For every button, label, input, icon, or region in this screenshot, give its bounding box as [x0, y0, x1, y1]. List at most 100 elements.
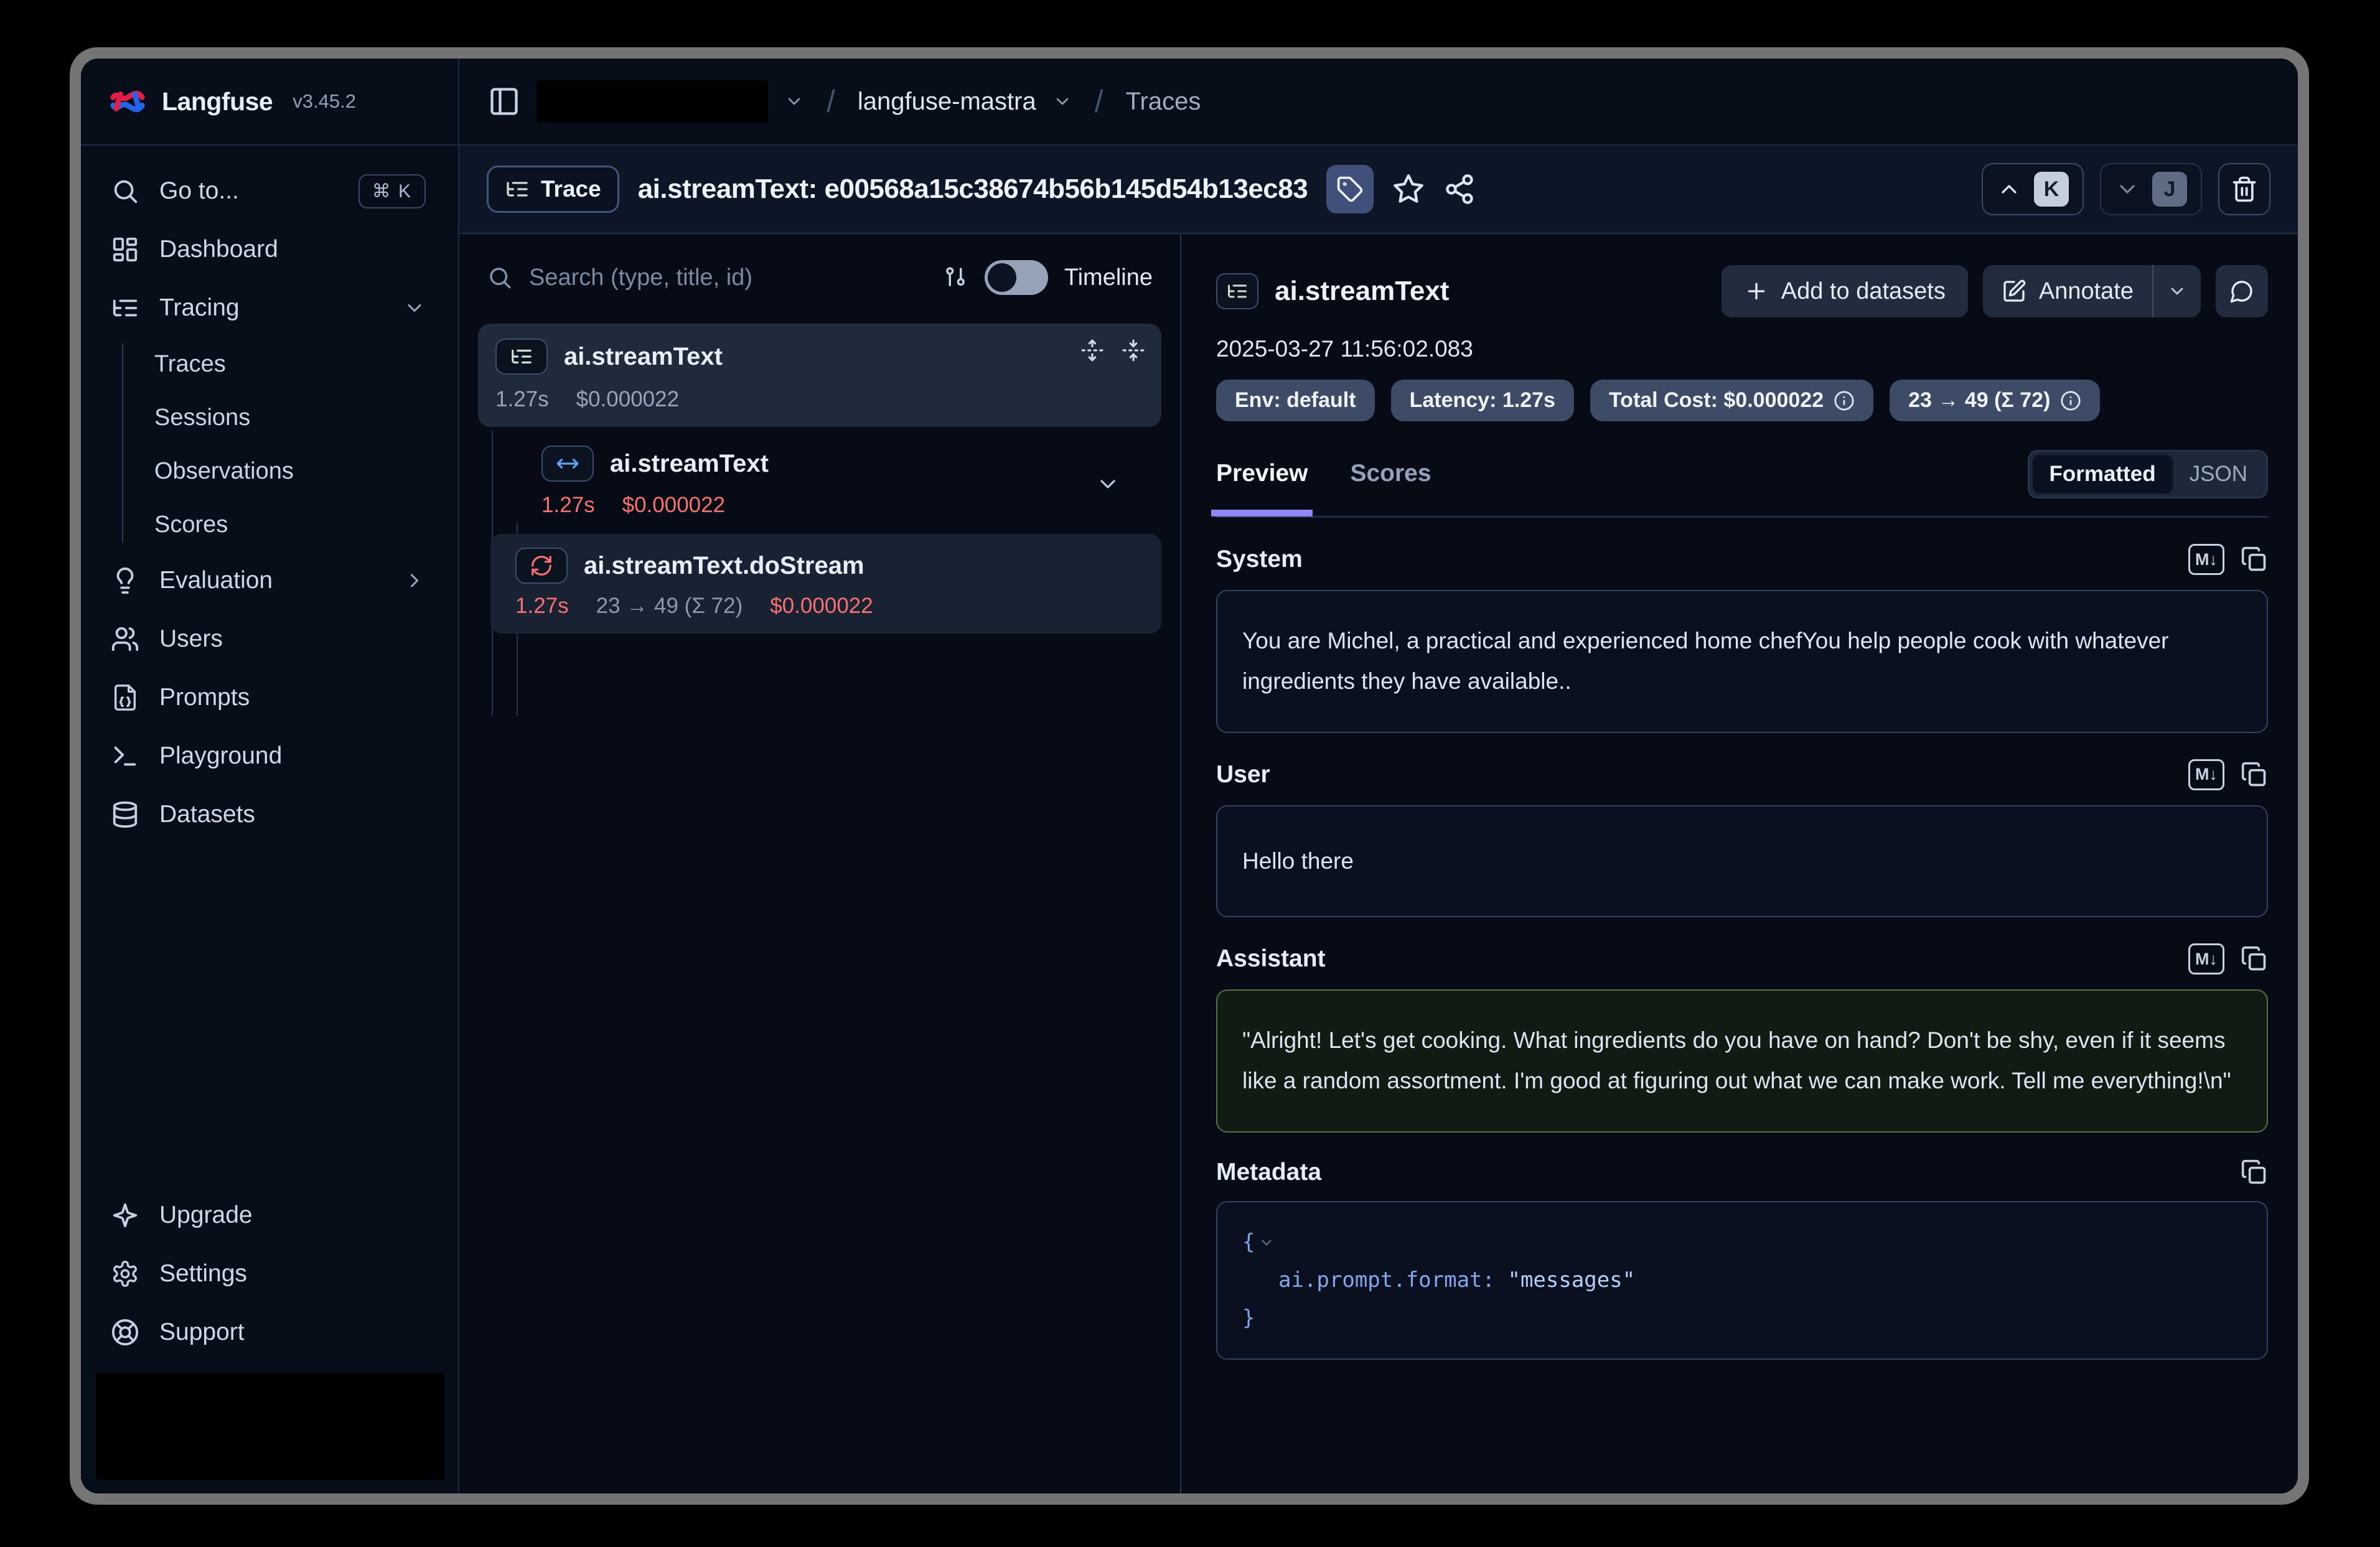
- user-message-box: Hello there: [1216, 805, 2268, 918]
- sliders-icon[interactable]: [942, 264, 968, 291]
- annotate-button[interactable]: Annotate: [1983, 265, 2201, 317]
- observation-detail-panel: ai.streamText Add to datasets Annotate: [1181, 234, 2298, 1493]
- detail-header: ai.streamText Add to datasets Annotate: [1216, 265, 2268, 317]
- markdown-toggle-icon[interactable]: M↓: [2188, 544, 2224, 575]
- info-icon[interactable]: [2060, 390, 2081, 411]
- system-section: System M↓ You are Michel, a practical an…: [1216, 544, 2268, 733]
- timeline-toggle[interactable]: [985, 260, 1048, 295]
- tab-scores[interactable]: Scores: [1350, 460, 1431, 487]
- next-trace-button[interactable]: J: [2100, 163, 2202, 215]
- sidebar-item-upgrade[interactable]: Upgrade: [81, 1186, 458, 1245]
- chevron-down-icon: [403, 297, 426, 319]
- j-key-badge: J: [2152, 172, 2187, 207]
- detail-badges: Env: default Latency: 1.27s Total Cost: …: [1216, 380, 2268, 421]
- node-cost: $0.000022: [622, 493, 725, 518]
- tree-node-root[interactable]: ai.streamText 1.27s $0.000022: [478, 324, 1161, 427]
- tag-icon: [1336, 175, 1364, 203]
- trace-header: Trace ai.streamText: e00568a15c38674b56b…: [459, 146, 2298, 234]
- gear-icon: [111, 1260, 139, 1288]
- sidebar-item-playground[interactable]: Playground: [81, 727, 458, 785]
- sidebar-item-traces[interactable]: Traces: [81, 337, 458, 391]
- markdown-toggle-icon[interactable]: M↓: [2188, 943, 2224, 974]
- copy-icon[interactable]: [2241, 945, 2268, 973]
- format-json-option[interactable]: JSON: [2173, 456, 2264, 493]
- content-panels: Timeline ai.streamText: [459, 234, 2298, 1493]
- chevron-down-icon[interactable]: [1095, 472, 1120, 497]
- tracing-subitems: Traces Sessions Observations Scores: [81, 337, 458, 551]
- env-badge: Env: default: [1216, 380, 1375, 421]
- assistant-label: Assistant: [1216, 945, 1326, 973]
- info-icon[interactable]: [1834, 390, 1855, 411]
- tree-node-generation[interactable]: ai.streamText.doStream 1.27s 23 → 49 (Σ …: [490, 534, 1161, 633]
- delete-trace-button[interactable]: [2218, 163, 2270, 215]
- sidebar: Langfuse v3.45.2 Go to... ⌘ K Dashboard …: [81, 58, 459, 1493]
- comment-button[interactable]: [2216, 265, 2268, 317]
- copy-icon[interactable]: [2241, 1159, 2268, 1186]
- sidebar-item-support[interactable]: Support: [81, 1303, 458, 1362]
- goto-search[interactable]: Go to... ⌘ K: [81, 162, 458, 220]
- sidebar-item-sessions[interactable]: Sessions: [81, 391, 458, 444]
- sidebar-item-datasets[interactable]: Datasets: [81, 785, 458, 844]
- detail-actions: Add to datasets Annotate: [1722, 265, 2268, 317]
- unfold-vertical-icon[interactable]: [1080, 339, 1104, 362]
- sidebar-item-scores[interactable]: Scores: [81, 498, 458, 551]
- redacted-user-info: [96, 1373, 444, 1480]
- sub-item-label: Sessions: [154, 404, 250, 431]
- trace-type-badge: Trace: [487, 166, 619, 213]
- tree-search-input[interactable]: [529, 264, 926, 291]
- list-tree-icon: [1226, 280, 1249, 302]
- node-cost: $0.000022: [770, 594, 873, 619]
- copy-icon[interactable]: [2241, 546, 2268, 573]
- tree-node-span[interactable]: ai.streamText 1.27s $0.000022: [478, 427, 1161, 534]
- chevron-down-icon[interactable]: [784, 91, 804, 111]
- share-button[interactable]: [1443, 173, 1476, 205]
- breadcrumb-separator: /: [1089, 83, 1110, 119]
- trace-node-badge: [495, 339, 548, 375]
- json-open-brace: {: [1242, 1230, 1255, 1255]
- node-title: ai.streamText.doStream: [584, 552, 864, 580]
- annotate-dropdown-button[interactable]: [2153, 281, 2201, 301]
- sidebar-item-tracing[interactable]: Tracing: [81, 279, 458, 337]
- copy-icon[interactable]: [2241, 761, 2268, 788]
- sidebar-item-prompts[interactable]: Prompts: [81, 668, 458, 727]
- format-formatted-option[interactable]: Formatted: [2032, 454, 2173, 494]
- sidebar-item-evaluation[interactable]: Evaluation: [81, 551, 458, 610]
- breadcrumb-page[interactable]: Traces: [1126, 88, 1201, 116]
- star-button[interactable]: [1392, 173, 1425, 205]
- tag-button[interactable]: [1326, 165, 1374, 213]
- sidebar-item-users[interactable]: Users: [81, 610, 458, 668]
- sidebar-item-settings[interactable]: Settings: [81, 1245, 458, 1303]
- chevron-right-icon: [403, 569, 426, 592]
- chevron-up-icon: [1997, 177, 2022, 202]
- list-tree-icon: [111, 294, 139, 322]
- panel-left-icon[interactable]: [488, 85, 520, 118]
- sidebar-item-dashboard[interactable]: Dashboard: [81, 220, 458, 279]
- sidebar-item-label: Datasets: [159, 801, 255, 828]
- system-label: System: [1216, 546, 1303, 573]
- langfuse-logo-icon: [108, 82, 147, 121]
- tab-preview[interactable]: Preview: [1216, 460, 1308, 487]
- trace-tree: ai.streamText 1.27s $0.000022: [478, 324, 1161, 633]
- add-to-datasets-button[interactable]: Add to datasets: [1722, 265, 1968, 317]
- node-cost: $0.000022: [576, 387, 679, 412]
- chevron-down-icon[interactable]: [1052, 91, 1072, 111]
- markdown-toggle-icon[interactable]: M↓: [2188, 759, 2224, 790]
- sidebar-item-label: Dashboard: [159, 236, 278, 263]
- metadata-json-box: { ai.prompt.format: "messages" }: [1216, 1201, 2268, 1360]
- tree-search-row: Timeline: [478, 249, 1161, 306]
- previous-trace-button[interactable]: K: [1982, 163, 2084, 215]
- list-tree-icon: [510, 345, 533, 368]
- sidebar-item-observations[interactable]: Observations: [81, 444, 458, 498]
- breadcrumb-project[interactable]: langfuse-mastra: [858, 88, 1036, 116]
- node-title: ai.streamText: [564, 343, 723, 371]
- annotate-label: Annotate: [2039, 278, 2134, 305]
- sub-item-label: Observations: [154, 458, 294, 485]
- window-frame: Langfuse v3.45.2 Go to... ⌘ K Dashboard …: [70, 47, 2309, 1505]
- chevron-down-icon[interactable]: [1258, 1235, 1275, 1251]
- redacted-org-name[interactable]: [536, 80, 768, 123]
- fold-vertical-icon[interactable]: [1122, 339, 1145, 362]
- span-node-badge: [541, 446, 594, 482]
- arrows-horizontal-icon: [556, 452, 579, 475]
- sidebar-item-label: Settings: [159, 1260, 247, 1288]
- generation-icon: [530, 554, 553, 577]
